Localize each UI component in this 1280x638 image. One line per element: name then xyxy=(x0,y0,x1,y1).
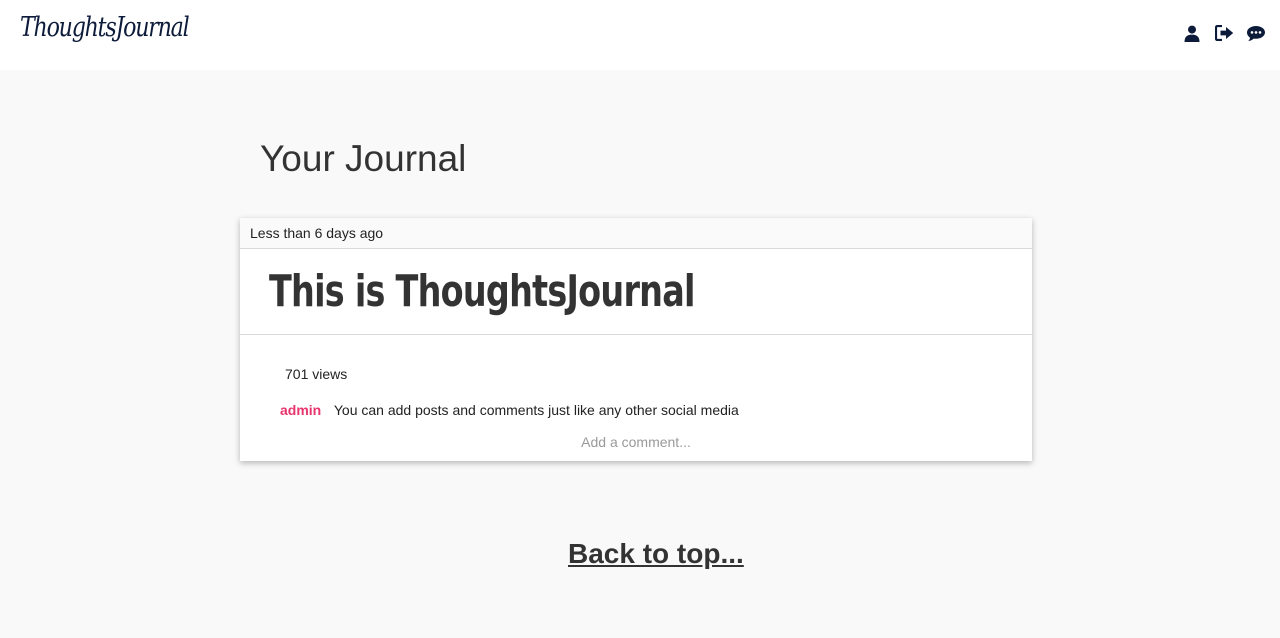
brand-logo[interactable]: ThoughtsJournal xyxy=(20,12,190,43)
sign-out-icon[interactable] xyxy=(1214,23,1234,43)
comment-author[interactable]: admin xyxy=(280,402,321,418)
comment-item: admin You can add posts and comments jus… xyxy=(280,402,739,418)
post-title: This is ThoughtsJournal xyxy=(269,266,695,317)
page-title: Your Journal xyxy=(260,138,467,179)
post-title-area: This is ThoughtsJournal xyxy=(240,249,1032,335)
post-timestamp: Less than 6 days ago xyxy=(240,218,1032,249)
back-to-top-link[interactable]: Back to top... xyxy=(568,538,744,570)
comments-icon[interactable] xyxy=(1246,23,1266,43)
add-comment-input[interactable] xyxy=(436,431,836,453)
user-icon[interactable] xyxy=(1182,23,1202,43)
navbar: ThoughtsJournal xyxy=(0,0,1280,70)
comment-text: You can add posts and comments just like… xyxy=(333,402,739,418)
post-views: 701 views xyxy=(285,366,348,382)
nav-icon-group xyxy=(1182,22,1266,44)
post-card: Less than 6 days ago This is ThoughtsJou… xyxy=(240,218,1032,461)
